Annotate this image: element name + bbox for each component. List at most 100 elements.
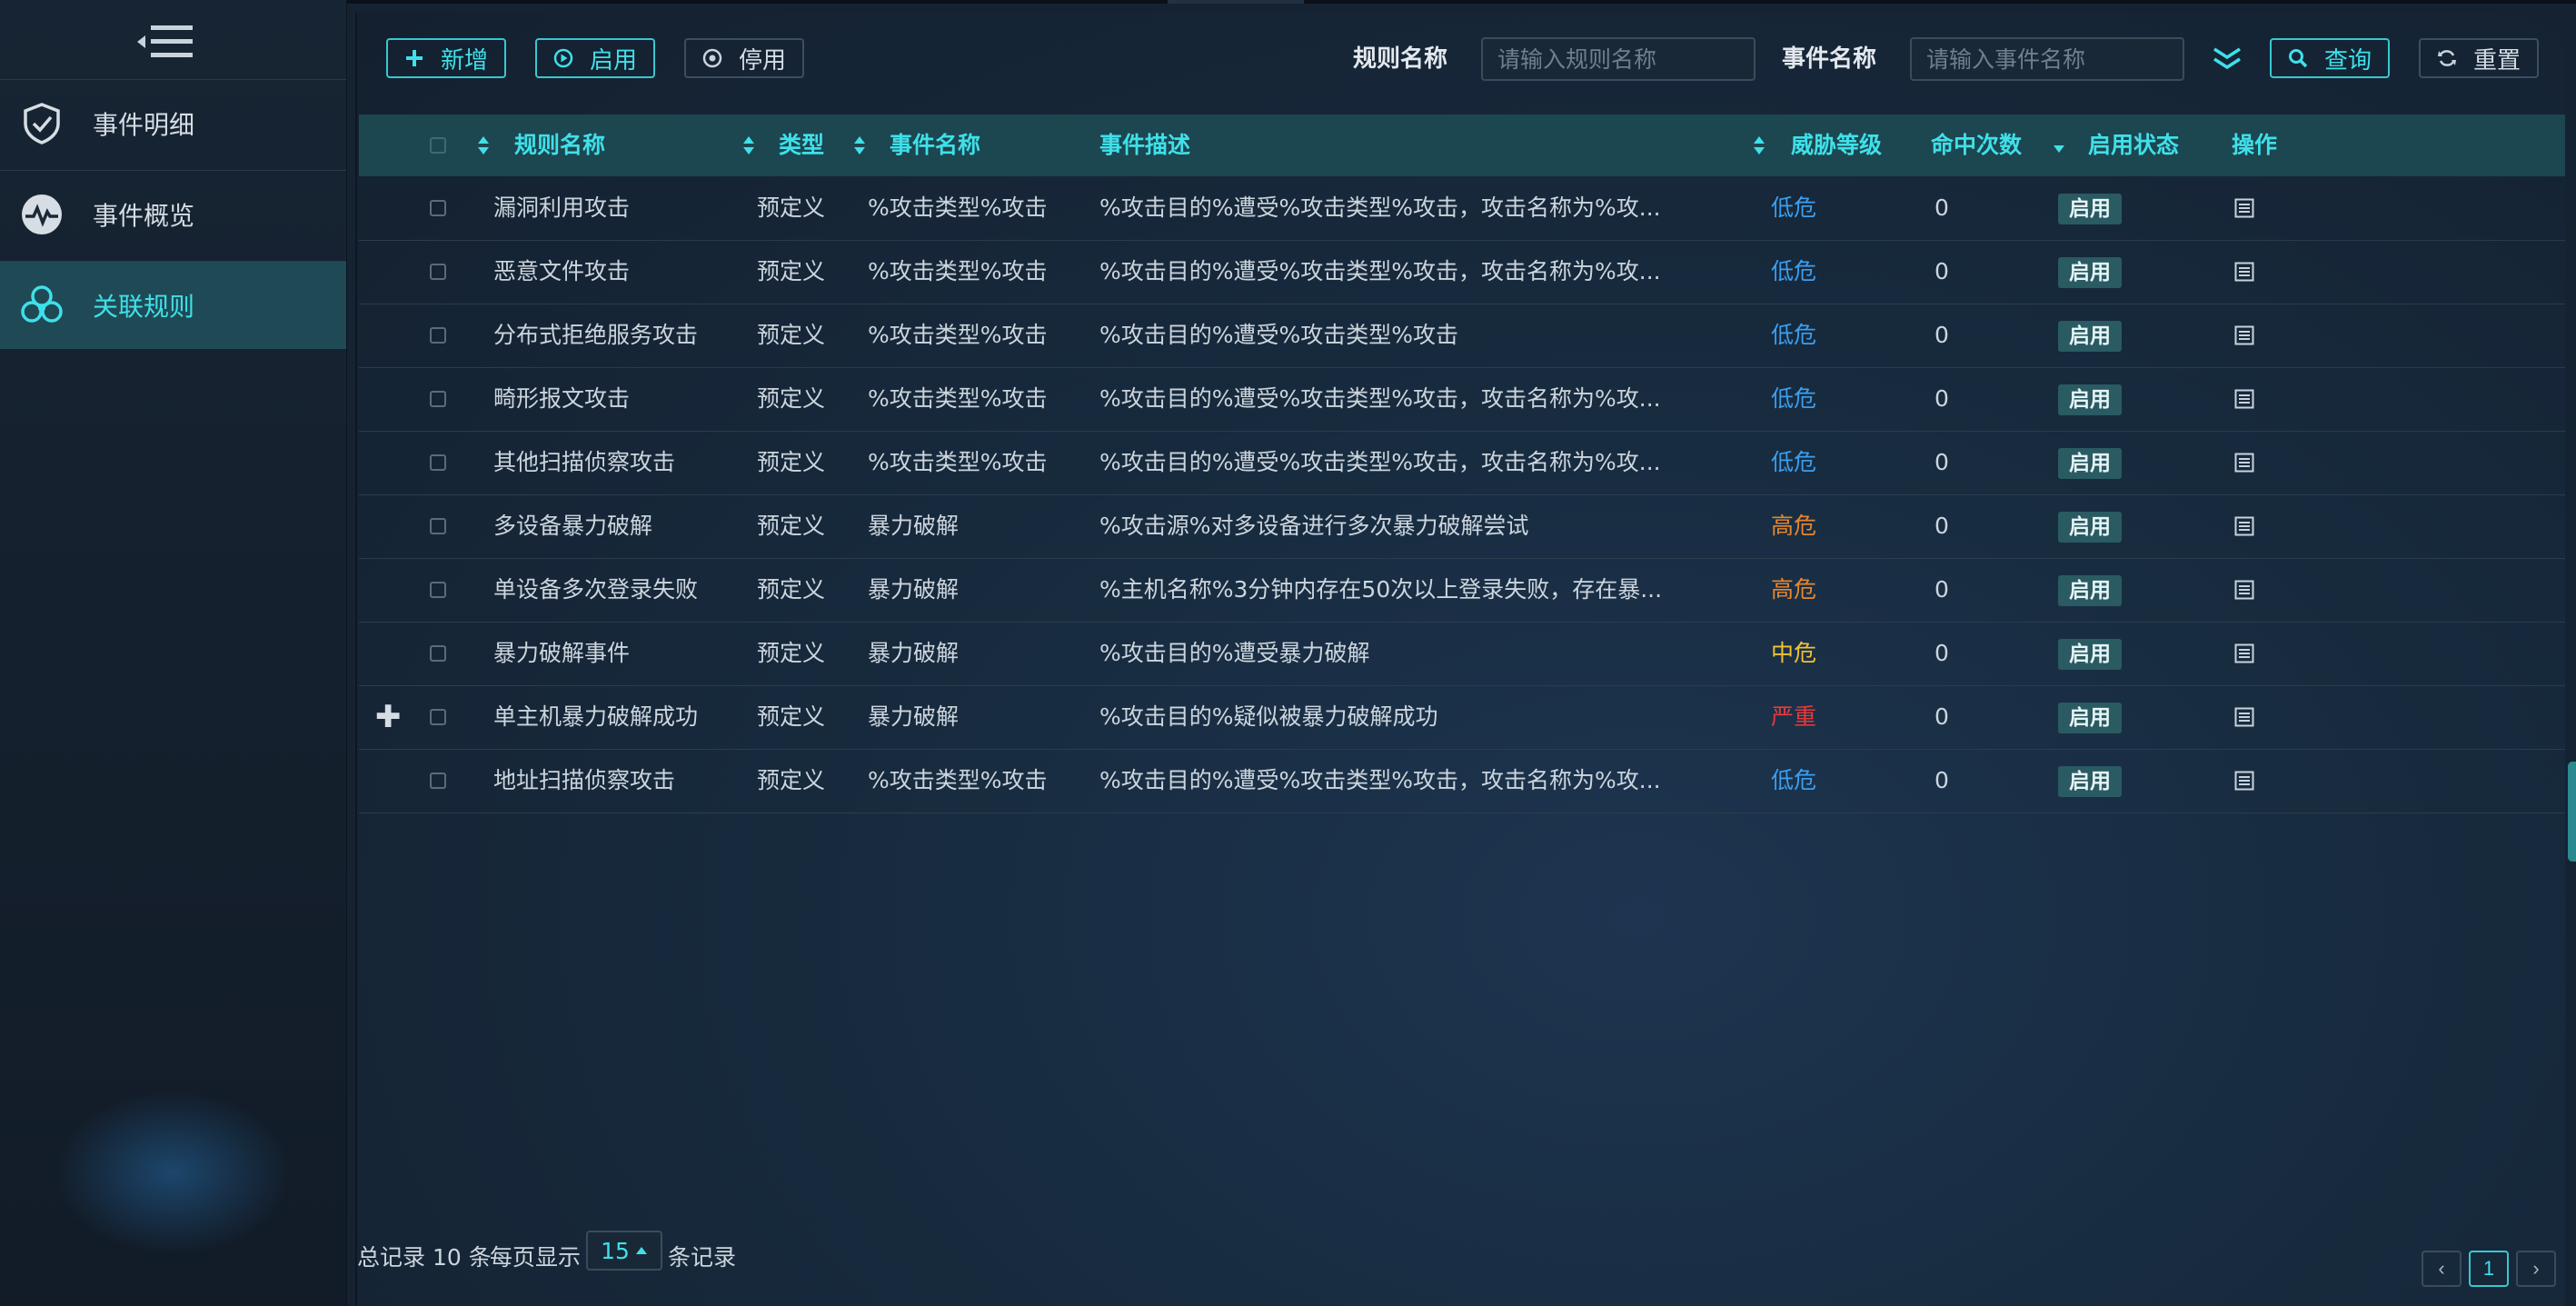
cell-event-desc: %攻击目的%疑似被暴力破解成功 [1099, 703, 1438, 730]
row-checkbox[interactable] [430, 391, 446, 407]
detail-list-icon[interactable] [2234, 643, 2254, 663]
table-row[interactable]: 畸形报文攻击 预定义 %攻击类型%攻击 %攻击目的%遭受%攻击类型%攻击，攻击名… [359, 367, 2565, 432]
col-header-threat-level[interactable]: 威胁等级 [1791, 115, 1882, 176]
cell-event-desc: %攻击目的%遭受%攻击类型%攻击 [1099, 322, 1459, 348]
cell-hit-count: 0 [1934, 513, 1949, 539]
col-header-rule-name[interactable]: 规则名称 [514, 115, 605, 176]
col-header-status[interactable]: 启用状态 [2088, 115, 2179, 176]
cell-event-name: %攻击类型%攻击 [868, 258, 1048, 284]
status-badge[interactable]: 启用 [2058, 639, 2122, 670]
add-button[interactable]: 新增 [386, 38, 506, 78]
page-size-select[interactable]: 15 [586, 1231, 662, 1271]
row-checkbox[interactable] [430, 709, 446, 725]
sidebar-item-correlation-rules[interactable]: 关联规则 [0, 261, 346, 349]
table-row[interactable]: 暴力破解事件 预定义 暴力破解 %攻击目的%遭受暴力破解 中危 0 启用 [359, 622, 2565, 686]
row-checkbox[interactable] [430, 645, 446, 662]
cell-threat-level: 中危 [1771, 640, 1817, 666]
status-badge[interactable]: 启用 [2058, 448, 2122, 479]
enable-button[interactable]: 启用 [535, 38, 655, 78]
cell-event-name: %攻击类型%攻击 [868, 385, 1048, 412]
detail-list-icon[interactable] [2234, 325, 2254, 345]
detail-list-icon[interactable] [2234, 389, 2254, 409]
detail-list-icon[interactable] [2234, 198, 2254, 218]
status-badge[interactable]: 启用 [2058, 575, 2122, 606]
table-row[interactable]: 漏洞利用攻击 预定义 %攻击类型%攻击 %攻击目的%遭受%攻击类型%攻击，攻击名… [359, 176, 2565, 241]
current-page: 1 [2482, 1257, 2495, 1280]
next-page-button[interactable]: › [2516, 1251, 2556, 1287]
sort-desc-icon[interactable] [2053, 135, 2065, 156]
col-header-event-name[interactable]: 事件名称 [890, 115, 980, 176]
sort-icon[interactable] [853, 135, 866, 156]
expand-row-icon[interactable]: ✚ [375, 685, 402, 749]
row-checkbox[interactable] [430, 454, 446, 471]
table-row[interactable]: 其他扫描侦察攻击 预定义 %攻击类型%攻击 %攻击目的%遭受%攻击类型%攻击，攻… [359, 431, 2565, 495]
cell-hit-count: 0 [1934, 258, 1949, 284]
row-checkbox[interactable] [430, 773, 446, 789]
cell-hit-count: 0 [1934, 576, 1949, 603]
row-checkbox[interactable] [430, 200, 446, 216]
sidebar-item-label: 关联规则 [93, 292, 195, 322]
sort-icon[interactable] [1753, 135, 1765, 156]
cell-threat-level: 低危 [1771, 194, 1817, 221]
status-badge[interactable]: 启用 [2058, 321, 2122, 352]
status-badge[interactable]: 启用 [2058, 703, 2122, 733]
table-header: 规则名称 类型 事件名称 事件描述 威胁等级 命中次数 启用状态 操作 [359, 115, 2565, 176]
detail-list-icon[interactable] [2234, 262, 2254, 282]
row-checkbox[interactable] [430, 518, 446, 534]
cell-type: 预定义 [757, 703, 826, 730]
sort-icon[interactable] [742, 135, 755, 156]
table-row[interactable]: 恶意文件攻击 预定义 %攻击类型%攻击 %攻击目的%遭受%攻击类型%攻击，攻击名… [359, 240, 2565, 304]
table-row[interactable]: 地址扫描侦察攻击 预定义 %攻击类型%攻击 %攻击目的%遭受%攻击类型%攻击，攻… [359, 749, 2565, 813]
cell-threat-level: 高危 [1771, 513, 1817, 539]
detail-list-icon[interactable] [2234, 453, 2254, 473]
prev-page-button[interactable]: ‹ [2422, 1251, 2462, 1287]
status-badge[interactable]: 启用 [2058, 512, 2122, 543]
cell-threat-level: 低危 [1771, 322, 1817, 348]
table-row[interactable]: ✚ 单主机暴力破解成功 预定义 暴力破解 %攻击目的%疑似被暴力破解成功 严重 … [359, 685, 2565, 750]
disable-button-label: 停用 [739, 46, 787, 75]
cell-event-name: %攻击类型%攻击 [868, 449, 1048, 475]
row-checkbox[interactable] [430, 264, 446, 280]
status-badge[interactable]: 启用 [2058, 194, 2122, 224]
select-all-checkbox[interactable] [430, 137, 446, 154]
detail-list-icon[interactable] [2234, 580, 2254, 600]
cell-event-name: 暴力破解 [868, 703, 960, 730]
enable-button-label: 启用 [590, 46, 638, 75]
status-badge[interactable]: 启用 [2058, 257, 2122, 288]
col-header-hit-count: 命中次数 [1931, 132, 2023, 158]
status-badge[interactable]: 启用 [2058, 766, 2122, 797]
cell-hit-count: 0 [1934, 703, 1949, 730]
cell-threat-level: 低危 [1771, 258, 1817, 284]
reset-button[interactable]: 重置 [2419, 38, 2539, 78]
table-row[interactable]: 单设备多次登录失败 预定义 暴力破解 %主机名称%3分钟内存在50次以上登录失败… [359, 558, 2565, 623]
cell-event-desc: %主机名称%3分钟内存在50次以上登录失败，存在暴... [1099, 576, 1663, 603]
detail-list-icon[interactable] [2234, 516, 2254, 536]
detail-list-icon[interactable] [2234, 771, 2254, 791]
total-suffix: 条 [468, 1244, 492, 1271]
side-scroll-handle[interactable] [2568, 762, 2576, 862]
expand-filters-button[interactable] [2211, 42, 2243, 75]
detail-list-icon[interactable] [2234, 707, 2254, 727]
col-header-type[interactable]: 类型 [779, 115, 824, 176]
disable-button[interactable]: 停用 [684, 38, 804, 78]
rule-name-input[interactable] [1481, 37, 1755, 81]
cell-type: 预定义 [757, 513, 826, 539]
cell-rule-name: 其他扫描侦察攻击 [493, 449, 676, 475]
row-checkbox[interactable] [430, 327, 446, 344]
menu-collapse-icon [137, 25, 193, 57]
menu-collapse-button[interactable] [134, 20, 198, 64]
cell-type: 预定义 [757, 322, 826, 348]
page-number-button[interactable]: 1 [2469, 1251, 2509, 1287]
chevron-right-icon: › [2532, 1257, 2540, 1280]
status-badge[interactable]: 启用 [2058, 384, 2122, 415]
sort-icon[interactable] [477, 135, 490, 156]
table-row[interactable]: 多设备暴力破解 预定义 暴力破解 %攻击源%对多设备进行多次暴力破解尝试 高危 … [359, 494, 2565, 559]
row-checkbox[interactable] [430, 582, 446, 598]
event-name-input[interactable] [1910, 37, 2184, 81]
sidebar-item-event-overview[interactable]: 事件概览 [0, 170, 346, 257]
query-button[interactable]: 查询 [2270, 38, 2390, 78]
table-row[interactable]: 分布式拒绝服务攻击 预定义 %攻击类型%攻击 %攻击目的%遭受%攻击类型%攻击 … [359, 304, 2565, 368]
total-prefix: 总记录 [357, 1244, 426, 1271]
total-records-label: 总记录 10 条 [357, 1240, 492, 1272]
sidebar-item-event-detail[interactable]: 事件明细 [0, 79, 346, 166]
